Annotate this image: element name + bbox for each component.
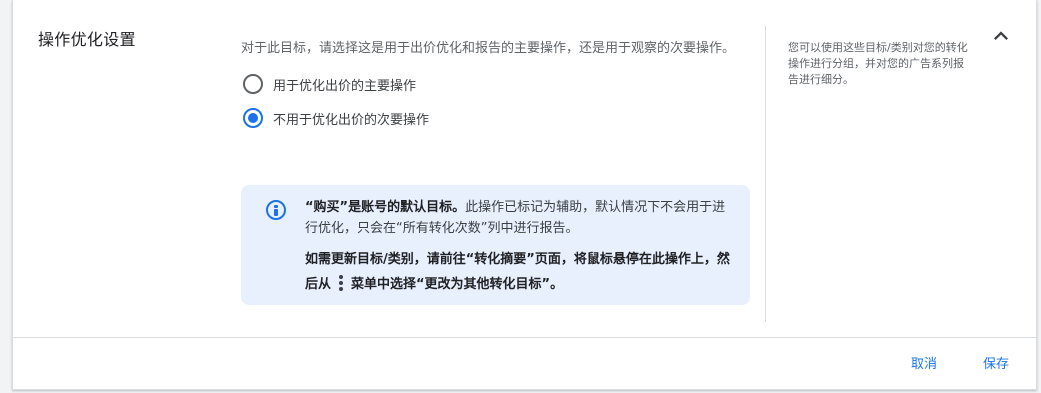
section-title: 操作优化设置 — [38, 30, 136, 49]
footer-divider — [13, 337, 1038, 338]
info-text: “购买”是账号的默认目标。此操作已标记为辅助，默认情况下不会用于进行优化，只会在… — [305, 197, 735, 297]
more-vert-icon — [335, 275, 347, 291]
content-area: 对于此目标，请选择这是用于出价优化和报告的主要操作，还是用于观察的次要操作。 用… — [241, 38, 761, 305]
info-icon — [266, 200, 286, 220]
collapse-button[interactable] — [987, 22, 1015, 50]
radio-label: 不用于优化出价的次要操作 — [273, 112, 430, 128]
radio-secondary-action[interactable]: 不用于优化出价的次要操作 — [241, 106, 761, 130]
cancel-button[interactable]: 取消 — [903, 350, 945, 380]
settings-card: 操作优化设置 对于此目标，请选择这是用于出价优化和报告的主要操作，还是用于观察的… — [12, 0, 1038, 390]
radio-primary-action[interactable]: 用于优化出价的主要操作 — [241, 72, 761, 96]
vertical-divider — [765, 26, 766, 322]
save-button[interactable]: 保存 — [975, 350, 1017, 380]
info-notice: “购买”是账号的默认目标。此操作已标记为辅助，默认情况下不会用于进行优化，只会在… — [241, 185, 750, 305]
description-text: 对于此目标，请选择这是用于出价优化和报告的主要操作，还是用于观察的次要操作。 — [241, 41, 736, 56]
radio-button-checked[interactable] — [243, 108, 263, 128]
side-help-text: 您可以使用这些目标/类别对您的转化操作进行分组，并对您的广告系列报告进行细分。 — [788, 41, 968, 86]
info-bold-lead: “购买”是账号的默认目标。 — [305, 200, 466, 215]
info-paragraph-2: 如需更新目标/类别，请前往“转化摘要”页面，将鼠标悬停在此操作上，然后从 菜单中选… — [305, 247, 735, 297]
info-p2-after: 菜单中选择“更改为其他转化目标”。 — [351, 277, 564, 292]
radio-label: 用于优化出价的主要操作 — [273, 78, 417, 94]
radio-button[interactable] — [243, 74, 263, 94]
info-paragraph-1: “购买”是账号的默认目标。此操作已标记为辅助，默认情况下不会用于进行优化，只会在… — [305, 197, 735, 239]
chevron-up-icon — [994, 31, 1008, 40]
